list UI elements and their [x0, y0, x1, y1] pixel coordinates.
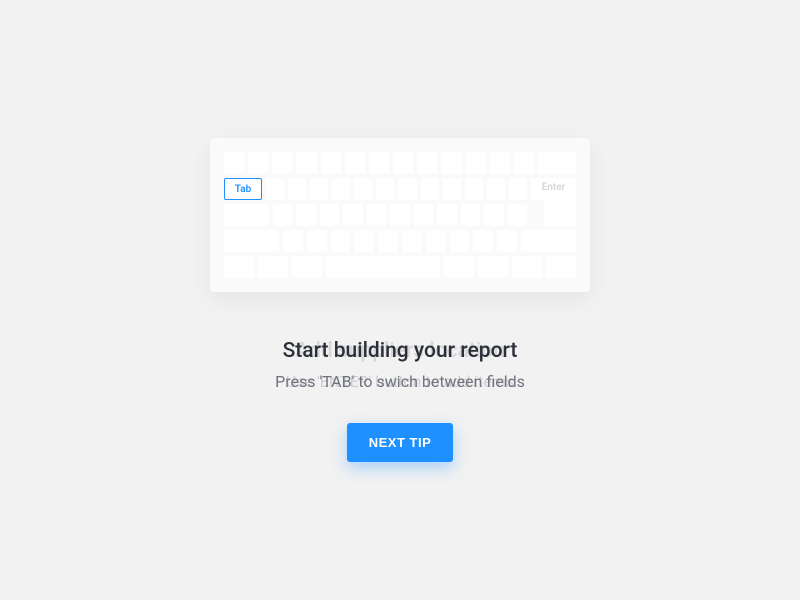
keyboard-key	[426, 230, 446, 252]
keyboard-key-mod	[224, 256, 254, 278]
keyboard-key	[354, 178, 372, 200]
keyboard-row-4	[224, 230, 576, 252]
keyboard-row-3	[224, 204, 576, 226]
keyboard-key	[321, 152, 341, 174]
keyboard-key	[490, 152, 510, 174]
keyboard-key	[369, 152, 389, 174]
keyboard-key	[331, 230, 351, 252]
keyboard-key	[509, 178, 527, 200]
keyboard-key	[224, 152, 244, 174]
keyboard-key	[367, 204, 386, 226]
keyboard-key	[283, 230, 303, 252]
keyboard-key-mod	[546, 256, 576, 278]
keyboard-key-mod	[512, 256, 542, 278]
keyboard-key-mod	[444, 256, 474, 278]
keyboard-key	[332, 178, 350, 200]
keyboard-key	[320, 204, 339, 226]
keyboard-key	[310, 178, 328, 200]
keyboard-key	[296, 152, 316, 174]
keyboard-key	[484, 204, 503, 226]
tip-title: Start building your report	[283, 339, 518, 363]
keyboard-key	[461, 204, 480, 226]
keyboard-key	[376, 178, 394, 200]
keyboard-key	[487, 178, 505, 200]
keyboard-key	[378, 230, 398, 252]
keyboard-key	[414, 204, 433, 226]
keyboard-row-2: Tab Enter	[224, 178, 576, 200]
keyboard-key-space	[326, 256, 440, 278]
keyboard-row-5	[224, 256, 576, 278]
keyboard-key	[273, 204, 292, 226]
keyboard-key	[441, 152, 461, 174]
keyboard-key-enter: Enter	[531, 178, 576, 200]
keyboard-key	[450, 230, 470, 252]
keyboard-key-caps	[224, 204, 269, 226]
keyboard-key-shift	[521, 230, 576, 252]
keyboard-key	[473, 230, 493, 252]
keyboard-key	[465, 178, 483, 200]
keyboard-key	[266, 178, 284, 200]
keyboard-key	[343, 204, 362, 226]
keyboard-key	[288, 178, 306, 200]
keyboard-key	[508, 204, 527, 226]
tip-texts: Add suppliers location Start building yo…	[275, 337, 525, 393]
keyboard-key	[497, 230, 517, 252]
keyboard-key	[354, 230, 374, 252]
keyboard-key	[248, 152, 268, 174]
keyboard-illustration: Tab Enter	[210, 138, 590, 292]
keyboard-key	[272, 152, 292, 174]
keyboard-key	[296, 204, 315, 226]
keyboard-key	[345, 152, 365, 174]
keyboard-key	[390, 204, 409, 226]
keyboard-key-tab: Tab	[224, 178, 262, 200]
keyboard-key-mod	[292, 256, 322, 278]
keyboard-key-enter-body	[544, 204, 576, 226]
keyboard-key	[402, 230, 422, 252]
keyboard-key	[417, 152, 437, 174]
enter-label: Enter	[542, 182, 566, 193]
keyboard-key	[466, 152, 486, 174]
keyboard-key	[307, 230, 327, 252]
keyboard-key	[514, 152, 534, 174]
keyboard-key-backspace	[538, 152, 576, 174]
keyboard-key-mod	[478, 256, 508, 278]
keyboard-key	[437, 204, 456, 226]
keyboard-key	[393, 152, 413, 174]
keyboard-row-1	[224, 152, 576, 174]
tip-subtitle: Press 'TAB' to swich between fields	[275, 372, 525, 391]
keyboard-key-shift	[224, 230, 279, 252]
next-tip-button[interactable]: NEXT TIP	[347, 423, 454, 462]
keyboard-key	[398, 178, 416, 200]
keyboard-key-mod	[258, 256, 288, 278]
keyboard-key	[443, 178, 461, 200]
keyboard-key	[421, 178, 439, 200]
